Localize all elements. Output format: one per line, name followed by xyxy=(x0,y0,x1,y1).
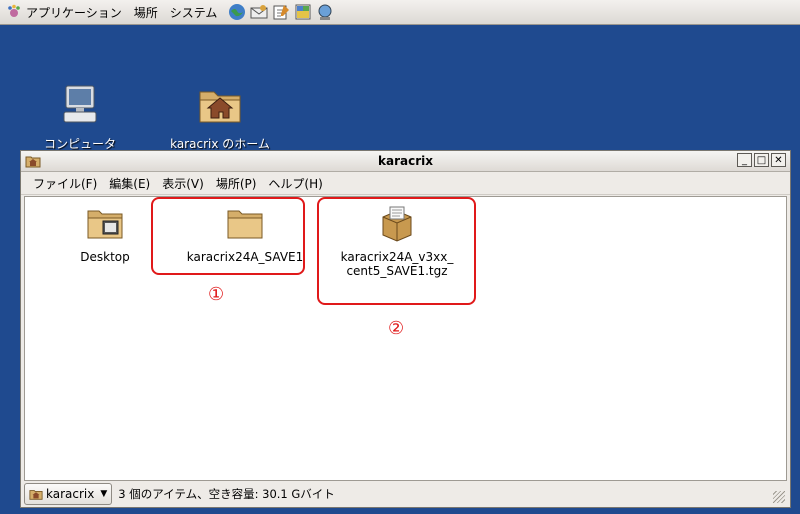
menu-view[interactable]: 表示(V) xyxy=(156,175,210,192)
file-browser-window: karacrix _ □ ✕ ファイル(F) 編集(E) 表示(V) 場所(P)… xyxy=(20,150,791,508)
menu-file[interactable]: ファイル(F) xyxy=(27,175,103,192)
launchers xyxy=(227,2,335,22)
callout-1: ① xyxy=(208,284,225,305)
file-view[interactable]: Desktop karacrix24A_SAVE1 karacrix24A_v3… xyxy=(24,196,787,481)
system-menu-label: システム xyxy=(169,5,218,20)
notes-icon[interactable] xyxy=(293,2,313,22)
computer-icon xyxy=(63,85,97,123)
menu-help[interactable]: ヘルプ(H) xyxy=(262,175,328,192)
gnome-foot-icon xyxy=(8,4,20,17)
network-icon[interactable] xyxy=(315,2,335,22)
desktop-icon-home[interactable]: karacrix のホーム xyxy=(160,80,280,152)
web-browser-icon[interactable] xyxy=(227,2,247,22)
places-menu-label: 場所 xyxy=(133,5,158,20)
email-icon[interactable] xyxy=(249,2,269,22)
highlight-box-1 xyxy=(151,197,305,275)
close-button[interactable]: ✕ xyxy=(771,153,786,167)
status-text: 3 個のアイテム、空き容量: 30.1 Gバイト xyxy=(118,487,335,501)
places-menu[interactable]: 場所 xyxy=(128,0,164,24)
home-folder-icon xyxy=(29,490,43,500)
resize-grip[interactable] xyxy=(773,491,785,503)
location-dropdown[interactable]: karacrix ▼ xyxy=(24,483,113,505)
callout-2: ② xyxy=(388,318,405,339)
home-folder-icon xyxy=(199,91,241,123)
highlight-box-2 xyxy=(317,197,476,305)
file-name: Desktop xyxy=(80,250,130,264)
applications-menu[interactable]: アプリケーション xyxy=(0,0,128,24)
menu-bar: ファイル(F) 編集(E) 表示(V) 場所(P) ヘルプ(H) xyxy=(21,172,790,195)
menu-edit[interactable]: 編集(E) xyxy=(103,175,156,192)
status-bar: karacrix ▼ 3 個のアイテム、空き容量: 30.1 Gバイト xyxy=(24,483,787,505)
location-label: karacrix xyxy=(46,487,95,501)
applications-menu-label: アプリケーション xyxy=(26,5,122,20)
maximize-button[interactable]: □ xyxy=(754,153,769,167)
minimize-button[interactable]: _ xyxy=(737,153,752,167)
text-editor-icon[interactable] xyxy=(271,2,291,22)
window-title: karacrix xyxy=(378,154,433,168)
window-titlebar[interactable]: karacrix _ □ ✕ xyxy=(21,151,790,172)
chevron-down-icon: ▼ xyxy=(100,489,108,499)
window-controls: _ □ ✕ xyxy=(737,153,786,167)
system-menu[interactable]: システム xyxy=(164,0,224,24)
menu-places[interactable]: 場所(P) xyxy=(210,175,263,192)
desktop-icon-computer[interactable]: コンピュータ xyxy=(20,80,140,152)
desktop-folder-icon xyxy=(87,210,123,239)
top-panel: アプリケーション 場所 システム xyxy=(0,0,800,25)
file-item-desktop[interactable]: Desktop xyxy=(65,203,145,264)
